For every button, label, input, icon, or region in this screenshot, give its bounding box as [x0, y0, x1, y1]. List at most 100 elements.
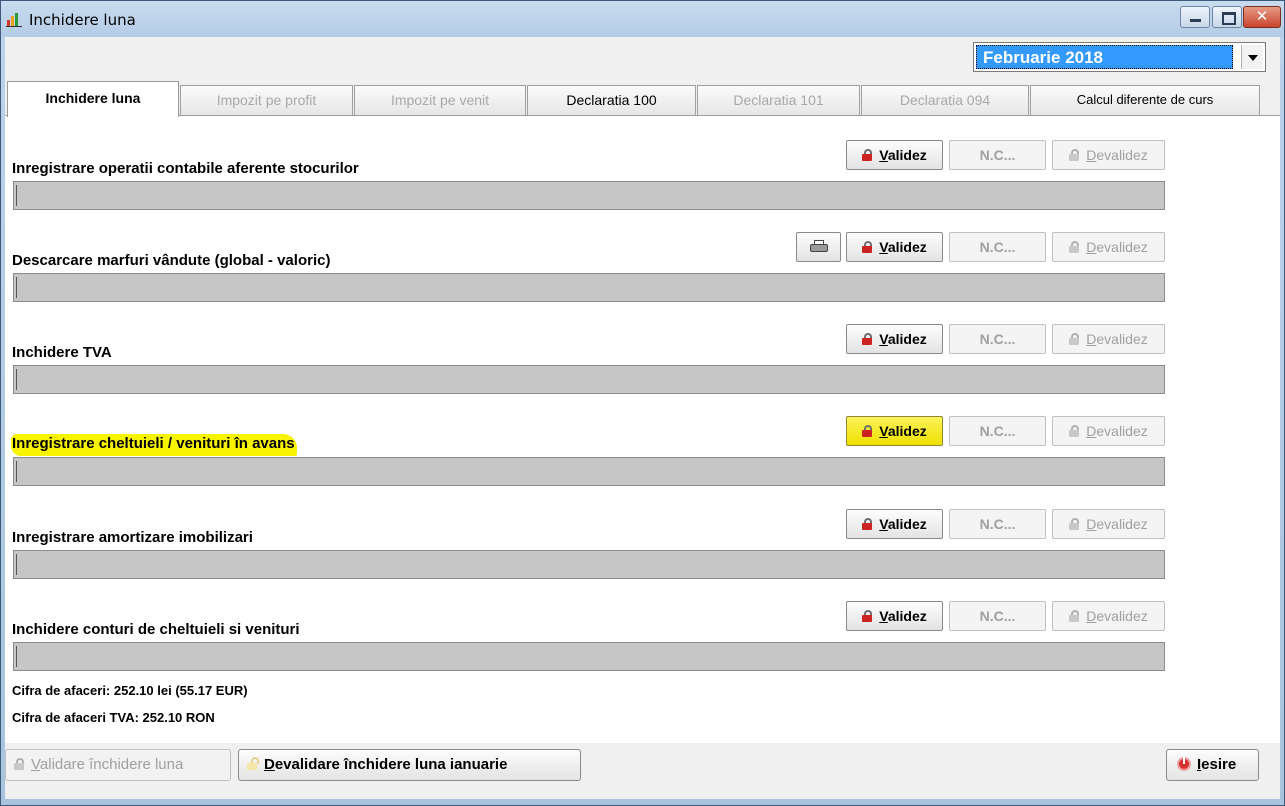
validez-label: alidez [887, 331, 927, 347]
bottom-toolbar: Validare închidere luna Devalidare închi… [5, 749, 1280, 789]
devalidez-label: evalidez [1096, 147, 1148, 163]
section-title: Inregistrare cheltuieli / venituri în av… [11, 434, 297, 456]
lock-icon [1069, 425, 1080, 437]
devalidez-accel: D [1086, 239, 1097, 255]
dropdown-arrow-button[interactable] [1241, 45, 1263, 69]
printer-icon [809, 240, 828, 254]
validez-button[interactable]: Validez [846, 509, 943, 539]
validare-inchidere-luna-button[interactable]: Validare închidere luna [5, 749, 231, 781]
validez-accel: V [879, 147, 888, 163]
tab-declaratia-094[interactable]: Declaratia 094 [861, 85, 1029, 115]
devalidez-label: evalidez [1096, 608, 1148, 624]
progress-bar [13, 365, 1165, 394]
client-area: Februarie 2018 Inchidere luna Impozit pe… [5, 37, 1280, 799]
section-inchidere-conturi: Inchidere conturi de cheltuieli si venit… [5, 601, 1280, 671]
devalidez-button[interactable]: Devalidez [1052, 232, 1165, 262]
dropdown-arrow-icon [1248, 55, 1258, 61]
section-cheltuieli-venituri-avans: Inregistrare cheltuieli / venituri în av… [5, 416, 1280, 486]
validez-button[interactable]: Validez [846, 416, 943, 446]
maximize-button[interactable] [1212, 6, 1242, 28]
lock-icon [1069, 518, 1080, 530]
devalidez-button[interactable]: Devalidez [1052, 509, 1165, 539]
nc-button[interactable]: N.C... [949, 232, 1046, 262]
lock-icon [1069, 241, 1080, 253]
validez-label: alidez [887, 423, 927, 439]
lock-icon [862, 518, 873, 530]
tab-impozit-pe-profit[interactable]: Impozit pe profit [180, 85, 353, 115]
title-bar: Inchidere luna ✕ [1, 1, 1284, 37]
lock-icon [1069, 610, 1080, 622]
devalidare-accel: D [264, 756, 275, 773]
section-stocuri: Inregistrare operatii contabile aferente… [5, 140, 1280, 210]
section-inchidere-tva: Inchidere TVA Validez N.C... Devalidez [5, 324, 1280, 394]
nc-button[interactable]: N.C... [949, 140, 1046, 170]
validare-label: alidare închidere luna [39, 756, 184, 773]
devalidez-button[interactable]: Devalidez [1052, 140, 1165, 170]
devalidez-button[interactable]: Devalidez [1052, 601, 1165, 631]
lock-icon [862, 610, 873, 622]
unlock-icon [247, 757, 259, 770]
validez-button[interactable]: Validez [846, 140, 943, 170]
iesire-label: esire [1201, 756, 1237, 773]
lock-icon [862, 149, 873, 161]
section-title: Descarcare marfuri vândute (global - val… [12, 252, 331, 269]
maximize-icon [1222, 12, 1236, 25]
validare-accel: V [31, 756, 40, 773]
cifra-afaceri-tva-text: Cifra de afaceri TVA: 252.10 RON [12, 710, 215, 725]
devalidez-accel: D [1086, 423, 1097, 439]
tab-impozit-pe-venit[interactable]: Impozit pe venit [354, 85, 526, 115]
nc-button[interactable]: N.C... [949, 601, 1046, 631]
validez-button[interactable]: Validez [846, 601, 943, 631]
nc-button[interactable]: N.C... [949, 509, 1046, 539]
lock-icon [1069, 333, 1080, 345]
lock-icon [862, 333, 873, 345]
section-title: Inchidere TVA [12, 344, 112, 361]
tab-declaratia-101[interactable]: Declaratia 101 [697, 85, 860, 115]
progress-bar [13, 457, 1165, 486]
devalidez-button[interactable]: Devalidez [1052, 324, 1165, 354]
nc-button[interactable]: N.C... [949, 324, 1046, 354]
devalidez-accel: D [1086, 608, 1097, 624]
tab-declaratia-100[interactable]: Declaratia 100 [527, 85, 696, 115]
main-window: Inchidere luna ✕ Februarie 2018 Inchider… [0, 0, 1285, 806]
devalidare-inchidere-luna-button[interactable]: Devalidare închidere luna ianuarie [238, 749, 581, 781]
validez-accel: V [879, 423, 888, 439]
validez-accel: V [879, 608, 888, 624]
tab-panel-inchidere-luna: Inregistrare operatii contabile aferente… [5, 116, 1280, 743]
close-icon: ✕ [1255, 8, 1269, 25]
validez-accel: V [879, 516, 888, 532]
tab-inchidere-luna[interactable]: Inchidere luna [7, 81, 179, 117]
devalidez-accel: D [1086, 516, 1097, 532]
lock-icon [862, 425, 873, 437]
validez-label: alidez [887, 147, 927, 163]
validez-button[interactable]: Validez [846, 324, 943, 354]
validez-label: alidez [887, 516, 927, 532]
print-button[interactable] [796, 232, 841, 262]
validez-button[interactable]: Validez [846, 232, 943, 262]
section-title: Inregistrare operatii contabile aferente… [12, 160, 359, 177]
tab-calcul-diferente-de-curs[interactable]: Calcul diferente de curs [1030, 85, 1260, 115]
close-button[interactable]: ✕ [1243, 6, 1281, 28]
devalidare-label: evalidare închidere luna ianuarie [274, 756, 508, 773]
lock-icon [862, 241, 873, 253]
devalidez-label: evalidez [1096, 331, 1148, 347]
app-chart-icon [6, 13, 22, 27]
validez-label: alidez [887, 608, 927, 624]
validez-accel: V [879, 331, 888, 347]
devalidez-label: evalidez [1096, 516, 1148, 532]
month-select[interactable]: Februarie 2018 [973, 42, 1266, 72]
minimize-button[interactable] [1180, 6, 1210, 28]
section-title: Inchidere conturi de cheltuieli si venit… [12, 621, 300, 638]
nc-button[interactable]: N.C... [949, 416, 1046, 446]
devalidez-button[interactable]: Devalidez [1052, 416, 1165, 446]
window-title: Inchidere luna [29, 11, 136, 29]
section-title: Inregistrare amortizare imobilizari [12, 529, 253, 546]
section-amortizare-imobilizari: Inregistrare amortizare imobilizari Vali… [5, 509, 1280, 579]
validez-accel: V [879, 239, 888, 255]
lock-icon [1069, 149, 1080, 161]
iesire-button[interactable]: Iesire [1166, 749, 1259, 781]
devalidez-accel: D [1086, 147, 1097, 163]
progress-bar [13, 181, 1165, 210]
month-select-value: Februarie 2018 [976, 45, 1233, 69]
tab-strip: Inchidere luna Impozit pe profit Impozit… [5, 81, 1280, 117]
